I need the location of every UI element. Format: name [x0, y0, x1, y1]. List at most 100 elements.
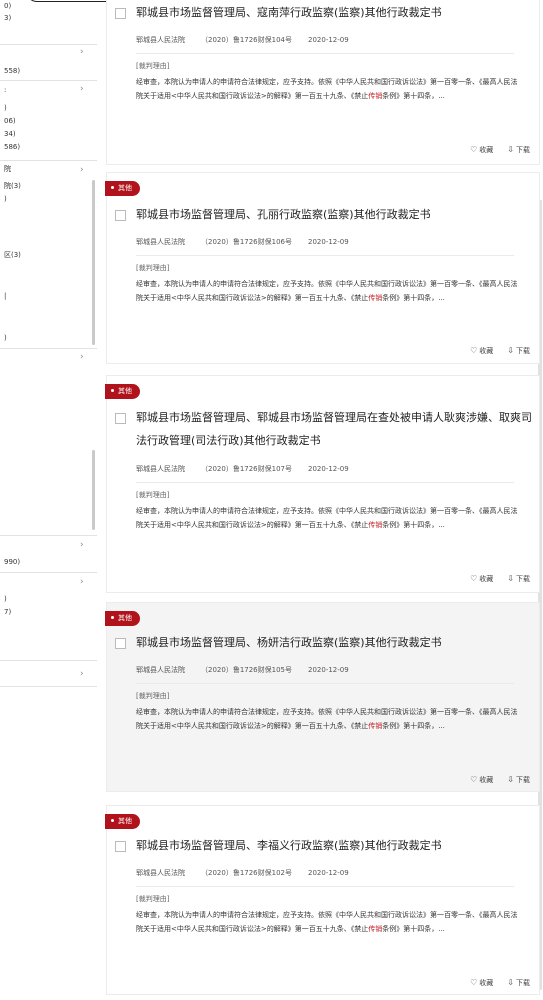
card-actions: ♡ 收藏 ⇩ 下载 [456, 978, 530, 988]
keyword-highlight: 传销 [368, 925, 383, 933]
card-actions: ♡ 收藏 ⇩ 下载 [456, 346, 530, 356]
card-divider [136, 683, 514, 684]
cloud-download-icon: ⇩ [507, 346, 514, 355]
select-checkbox[interactable] [115, 841, 126, 852]
chevron-right-icon[interactable]: › [80, 352, 84, 362]
keyword-highlight: 传销 [368, 722, 383, 730]
sidebar-scrollbar[interactable] [92, 450, 95, 530]
cloud-download-icon: ⇩ [507, 574, 514, 583]
chevron-right-icon[interactable]: › [80, 84, 84, 94]
sidebar-scrollbar[interactable] [92, 180, 95, 345]
download-button[interactable]: ⇩ 下载 [507, 978, 530, 987]
chevron-right-icon[interactable]: › [80, 540, 84, 550]
reason-label: [裁判理由] [136, 62, 170, 70]
sidebar-count[interactable]: 区(3) [4, 251, 21, 260]
reason-label: [裁判理由] [136, 895, 170, 903]
sidebar-count[interactable]: | [4, 292, 6, 301]
collect-button[interactable]: ♡ 收藏 [470, 145, 493, 154]
card-actions: ♡ 收藏 ⇩ 下载 [456, 775, 530, 785]
card-divider [136, 53, 514, 54]
cloud-download-icon: ⇩ [507, 145, 514, 154]
case-meta: 郓城县人民法院 （2020）鲁1726财保104号 2020-12-09 [136, 35, 365, 45]
result-card[interactable]: 其他 郓城县市场监督管理局、杨妍洁行政监察(监察)其他行政裁定书 郓城县人民法院… [105, 602, 540, 792]
case-summary: 经审查，本院认为申请人的申请符合法律规定，应予支持。依照《中华人民共和国行政诉讼… [136, 78, 518, 100]
keyword-highlight: 传销 [368, 521, 383, 529]
case-title[interactable]: 郓城县市场监督管理局、李福义行政监察(监察)其他行政裁定书 [136, 834, 534, 857]
case-title[interactable]: 郓城县市场监督管理局、郓城县市场监督管理局在查处被申请人耿爽涉嫌、取爽司法行政管… [136, 406, 534, 452]
category-tag: 其他 [105, 611, 140, 626]
result-card[interactable]: 其他 郓城县市场监督管理局、孔丽行政监察(监察)其他行政裁定书 郓城县人民法院 （… [105, 172, 540, 364]
sidebar-count[interactable]: ) [4, 334, 7, 343]
select-checkbox[interactable] [115, 413, 126, 424]
case-date: 2020-12-09 [308, 869, 349, 877]
case-meta: 郓城县人民法院 （2020）鲁1726财保105号 2020-12-09 [136, 665, 365, 675]
download-button[interactable]: ⇩ 下载 [507, 346, 530, 355]
court-name: 郓城县人民法院 [136, 36, 185, 44]
collect-button[interactable]: ♡ 收藏 [470, 346, 493, 355]
sidebar-count[interactable]: ) [4, 104, 7, 113]
category-tag: 其他 [105, 814, 140, 829]
case-title[interactable]: 郓城县市场监督管理局、杨妍洁行政监察(监察)其他行政裁定书 [136, 631, 534, 654]
download-button[interactable]: ⇩ 下载 [507, 574, 530, 583]
download-button[interactable]: ⇩ 下载 [507, 775, 530, 784]
chevron-right-icon[interactable]: › [80, 47, 84, 57]
sidebar-count[interactable]: 586) [4, 143, 20, 152]
chevron-right-icon[interactable]: › [80, 577, 84, 587]
reason-label: [裁判理由] [136, 264, 170, 272]
case-number: （2020）鲁1726财保107号 [201, 465, 292, 473]
sidebar-section-divider [0, 80, 97, 81]
sidebar-count[interactable]: 06) [4, 117, 16, 126]
reason-label: [裁判理由] [136, 491, 170, 499]
case-number: （2020）鲁1726财保104号 [201, 36, 292, 44]
sidebar-section-collapsed[interactable]: › [0, 660, 97, 687]
court-name: 郓城县人民法院 [136, 238, 185, 246]
sidebar-count[interactable]: 院 [4, 165, 11, 174]
collect-button[interactable]: ♡ 收藏 [470, 775, 493, 784]
sidebar-count[interactable]: 34) [4, 130, 16, 139]
select-checkbox[interactable] [115, 210, 126, 221]
sidebar-count[interactable]: 558) [4, 67, 20, 76]
select-checkbox[interactable] [115, 8, 126, 19]
case-summary: 经审查，本院认为申请人的申请符合法律规定，应予支持。依照《中华人民共和国行政诉讼… [136, 507, 518, 529]
sidebar-count[interactable]: 990) [4, 558, 20, 567]
heart-outline-icon: ♡ [470, 346, 478, 355]
cloud-download-icon: ⇩ [507, 775, 514, 784]
select-checkbox[interactable] [115, 638, 126, 649]
case-date: 2020-12-09 [308, 36, 349, 44]
sidebar-section-divider [0, 348, 97, 349]
cloud-download-icon: ⇩ [507, 978, 514, 987]
case-meta: 郓城县人民法院 （2020）鲁1726财保107号 2020-12-09 [136, 464, 365, 474]
sidebar-count[interactable]: ) [4, 595, 7, 604]
result-card[interactable]: 其他 郓城县市场监督管理局、李福义行政监察(监察)其他行政裁定书 郓城县人民法院… [105, 805, 540, 995]
reason-label: [裁判理由] [136, 692, 170, 700]
chevron-right-icon[interactable]: › [80, 165, 84, 175]
heart-outline-icon: ♡ [470, 145, 478, 154]
sidebar-count[interactable]: 3) [4, 14, 11, 23]
chevron-right-icon[interactable]: › [80, 669, 84, 679]
download-button[interactable]: ⇩ 下载 [507, 145, 530, 154]
case-date: 2020-12-09 [308, 465, 349, 473]
sidebar-count[interactable]: 0) [4, 2, 11, 11]
collect-button[interactable]: ♡ 收藏 [470, 574, 493, 583]
sidebar-section-divider [0, 160, 97, 161]
case-title[interactable]: 郓城县市场监督管理局、孔丽行政监察(监察)其他行政裁定书 [136, 203, 534, 226]
case-summary: 经审查，本院认为申请人的申请符合法律规定，应予支持。依照《中华人民共和国行政诉讼… [136, 708, 518, 730]
result-card[interactable]: 郓城县市场监督管理局、寇南萍行政监察(监察)其他行政裁定书 郓城县人民法院 （20… [106, 0, 540, 165]
sidebar-count[interactable]: : [4, 86, 6, 95]
sidebar-count[interactable]: 院(3) [4, 182, 21, 191]
sidebar-count[interactable]: 7) [4, 608, 11, 617]
sidebar-section-divider [0, 572, 97, 573]
heart-outline-icon: ♡ [470, 978, 478, 987]
case-meta: 郓城县人民法院 （2020）鲁1726财保106号 2020-12-09 [136, 237, 365, 247]
card-divider [136, 255, 514, 256]
heart-outline-icon: ♡ [470, 775, 478, 784]
case-summary: 经审查，本院认为申请人的申请符合法律规定，应予支持。依照《中华人民共和国行政诉讼… [136, 280, 518, 302]
case-date: 2020-12-09 [308, 666, 349, 674]
keyword-highlight: 传销 [368, 294, 383, 302]
collect-button[interactable]: ♡ 收藏 [470, 978, 493, 987]
sidebar-count[interactable]: ) [4, 195, 7, 204]
case-meta: 郓城县人民法院 （2020）鲁1726财保102号 2020-12-09 [136, 868, 365, 878]
case-number: （2020）鲁1726财保106号 [201, 238, 292, 246]
case-title[interactable]: 郓城县市场监督管理局、寇南萍行政监察(监察)其他行政裁定书 [136, 1, 534, 24]
result-card[interactable]: 其他 郓城县市场监督管理局、郓城县市场监督管理局在查处被申请人耿爽涉嫌、取爽司法… [105, 375, 540, 593]
